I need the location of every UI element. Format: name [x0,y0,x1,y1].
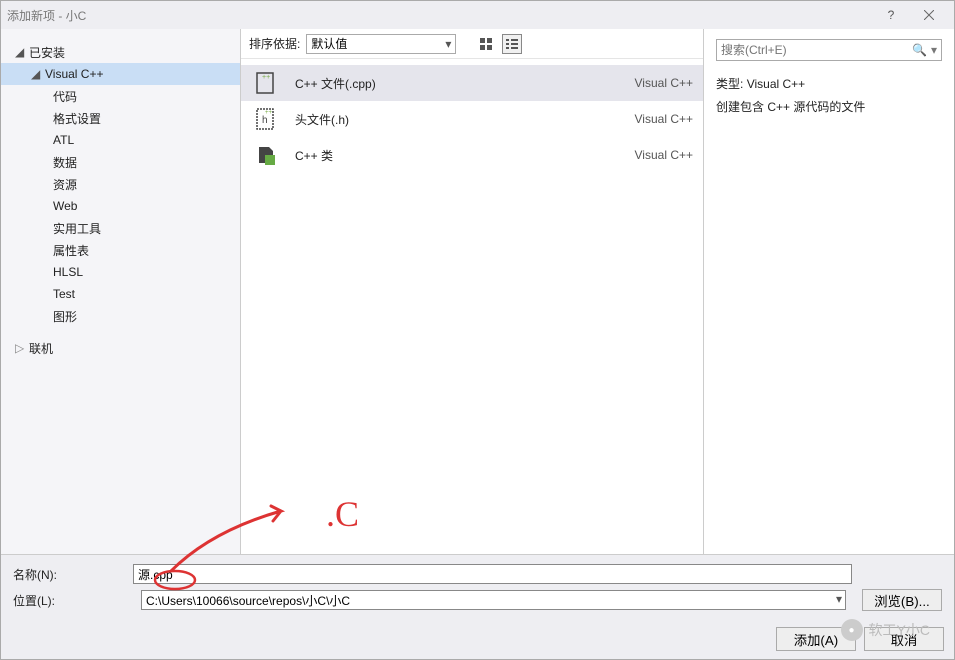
type-row: 类型: Visual C++ [716,75,942,92]
sidebar-item-resource[interactable]: 资源 [1,173,240,195]
sidebar-vcpp-label: Visual C++ [45,67,103,81]
add-button[interactable]: 添加(A) [776,627,856,651]
sidebar-item-label: HLSL [53,265,83,279]
sidebar-item-label: 属性表 [53,242,89,259]
sidebar-item-label: 格式设置 [53,110,101,127]
view-grid-button[interactable] [476,34,496,54]
sidebar-item-data[interactable]: 数据 [1,151,240,173]
template-lang: Visual C++ [635,76,693,90]
sidebar-item-code[interactable]: 代码 [1,85,240,107]
type-label: 类型: [716,77,743,91]
search-input[interactable] [721,43,912,57]
chevron-down-icon: ◢ [31,67,41,81]
cancel-button[interactable]: 取消 [864,627,944,651]
footer: 添加(A) 取消 [1,623,954,659]
template-toolbar: 排序依据: 默认值 ▾ [241,29,703,59]
sort-label: 排序依据: [249,35,300,52]
details-pane: 🔍 ▾ 类型: Visual C++ 创建包含 C++ 源代码的文件 [704,29,954,554]
name-input[interactable] [133,564,852,584]
chevron-down-icon: ◢ [15,45,25,59]
cpp-class-icon [251,142,281,168]
search-box[interactable]: 🔍 ▾ [716,39,942,61]
sidebar-installed[interactable]: ◢ 已安装 [1,41,240,63]
sidebar-item-propsheet[interactable]: 属性表 [1,239,240,261]
sidebar-item-label: Test [53,287,75,301]
view-list-button[interactable] [502,34,522,54]
chevron-down-icon: ▾ [445,37,451,51]
titlebar: 添加新项 - 小C ? [1,1,954,29]
help-button[interactable]: ? [872,1,910,29]
sidebar-item-utility[interactable]: 实用工具 [1,217,240,239]
template-row-cpp-file[interactable]: ++ C++ 文件(.cpp) Visual C++ [241,65,703,101]
close-button[interactable] [910,1,948,29]
sidebar-item-web[interactable]: Web [1,195,240,217]
svg-text:++: ++ [262,74,270,81]
browse-button[interactable]: 浏览(B)... [862,589,942,611]
sidebar-online-label: 联机 [29,340,53,357]
sidebar-item-label: 图形 [53,308,77,325]
close-icon [924,10,934,20]
svg-text:h: h [262,115,268,126]
add-new-item-dialog: 添加新项 - 小C ? ◢ 已安装 ◢ Visual C++ 代码 格式设置 A… [0,0,955,660]
dropdown-icon: ▾ [931,43,937,57]
template-name: C++ 类 [295,147,635,164]
sidebar-item-label: 资源 [53,176,77,193]
location-label: 位置(L): [13,592,133,609]
template-list: ++ C++ 文件(.cpp) Visual C++ h++ 头文件(.h) V… [241,59,703,554]
window-title: 添加新项 - 小C [7,7,872,24]
sidebar-item-formatting[interactable]: 格式设置 [1,107,240,129]
template-name: C++ 文件(.cpp) [295,75,635,92]
dialog-body: ◢ 已安装 ◢ Visual C++ 代码 格式设置 ATL 数据 资源 Web… [1,29,954,554]
chevron-right-icon: ▷ [15,341,25,355]
template-lang: Visual C++ [635,148,693,162]
name-row: 名称(N): [13,561,942,587]
cpp-file-icon: ++ [251,70,281,96]
location-row: 位置(L): ▾ 浏览(B)... [13,587,942,613]
sidebar-item-label: 代码 [53,88,77,105]
name-label: 名称(N): [13,566,133,583]
form-area: 名称(N): 位置(L): ▾ 浏览(B)... [1,554,954,623]
category-sidebar: ◢ 已安装 ◢ Visual C++ 代码 格式设置 ATL 数据 资源 Web… [1,29,241,554]
sidebar-item-label: 实用工具 [53,220,101,237]
sidebar-item-label: Web [53,199,77,213]
sidebar-item-graphics[interactable]: 图形 [1,305,240,327]
template-row-header-file[interactable]: h++ 头文件(.h) Visual C++ [241,101,703,137]
sidebar-visual-cpp[interactable]: ◢ Visual C++ [1,63,240,85]
template-name: 头文件(.h) [295,111,635,128]
template-row-cpp-class[interactable]: C++ 类 Visual C++ [241,137,703,173]
grid-icon [480,38,492,50]
sidebar-item-test[interactable]: Test [1,283,240,305]
search-icon: 🔍 [912,43,927,57]
description: 创建包含 C++ 源代码的文件 [716,98,942,115]
sidebar-item-hlsl[interactable]: HLSL [1,261,240,283]
type-value: Visual C++ [747,77,805,91]
template-lang: Visual C++ [635,112,693,126]
list-icon [506,38,518,50]
sort-value: 默认值 [311,35,347,52]
sort-dropdown[interactable]: 默认值 ▾ [306,34,456,54]
sidebar-installed-label: 已安装 [29,44,65,61]
template-panel: 排序依据: 默认值 ▾ ++ [241,29,704,554]
location-input[interactable] [141,590,846,610]
sidebar-online[interactable]: ▷ 联机 [1,337,240,359]
sidebar-item-label: 数据 [53,154,77,171]
sidebar-item-label: ATL [53,133,74,147]
sidebar-item-atl[interactable]: ATL [1,129,240,151]
h-file-icon: h++ [251,106,281,132]
svg-text:++: ++ [265,110,273,116]
